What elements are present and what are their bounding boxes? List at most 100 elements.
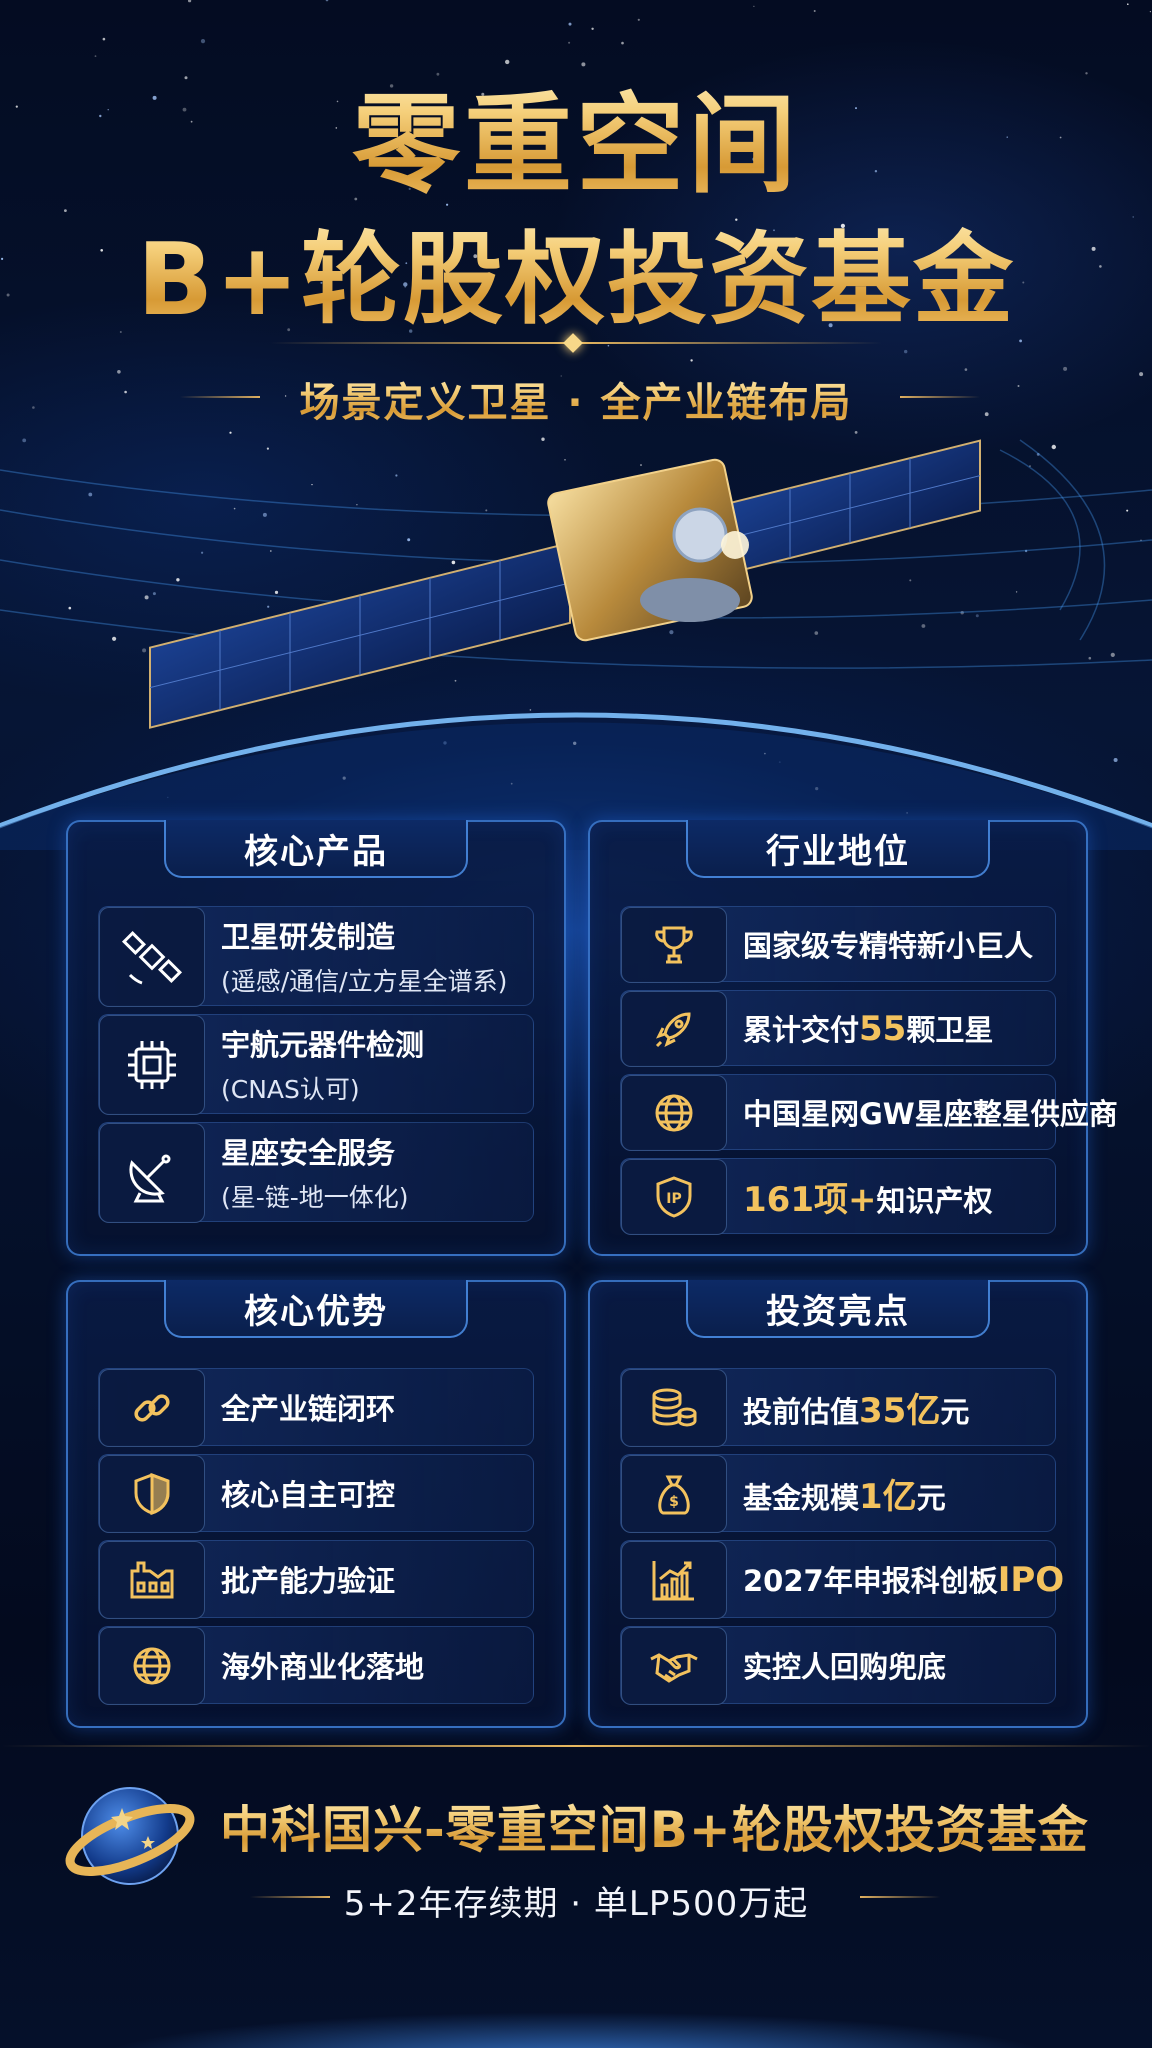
- advantage-text: 核心自主可控: [221, 1478, 396, 1512]
- panel-industry-position: 行业地位 国家级专精特新小巨人 累计交付55颗卫星 中国星网GW星座整星供应商 …: [588, 820, 1118, 1256]
- advantage-text: 批产能力验证: [221, 1564, 396, 1598]
- highlight-row: 投前估值35亿元: [620, 1368, 1056, 1447]
- star: [621, 41, 624, 45]
- ipo-label: IPO: [997, 1560, 1065, 1600]
- star: [904, 349, 908, 354]
- ip-count: 161项+: [743, 1179, 877, 1220]
- product-detail: (CNAS认可): [221, 1075, 360, 1104]
- position-row: IP 161项+知识产权: [620, 1158, 1056, 1235]
- position-row: 累计交付55颗卫星: [620, 990, 1056, 1067]
- delivered-count: 55: [859, 1009, 907, 1049]
- fund-size-suffix: 元: [916, 1480, 946, 1515]
- advantage-text: 海外商业化落地: [221, 1650, 425, 1684]
- product-row: 宇航元器件检测 (CNAS认可): [98, 1014, 534, 1115]
- valuation-value: 35亿: [859, 1390, 941, 1431]
- advantage-text: 全产业链闭环: [221, 1392, 396, 1426]
- star: [591, 27, 594, 30]
- highlight-text-fund-size: 基金规模1亿元: [743, 1469, 1045, 1518]
- product-name: 宇航元器件检测: [221, 1028, 425, 1062]
- highlight-text-ipo: 2027年申报科创板IPO: [743, 1558, 1064, 1600]
- star: [1149, 11, 1151, 13]
- star: [568, 41, 571, 44]
- delivered-suffix: 颗卫星: [906, 1013, 994, 1047]
- coins-icon: [621, 1369, 727, 1447]
- bottom-glow: [0, 1960, 1152, 2048]
- advantage-row: 核心自主可控: [98, 1454, 534, 1533]
- handshake-icon: [621, 1627, 727, 1705]
- ip-suffix: 知识产权: [876, 1183, 993, 1218]
- fund-size-value: 1亿: [859, 1476, 917, 1517]
- star: [690, 359, 693, 362]
- satellite-dish-icon: [99, 1123, 205, 1223]
- advantage-row: 全产业链闭环: [98, 1368, 534, 1447]
- star: [188, 0, 192, 3]
- position-text-ip: 161项+知识产权: [743, 1172, 1045, 1221]
- panel-core-products-title: 核心产品: [244, 831, 388, 872]
- rocket-icon: [621, 991, 727, 1067]
- money-bag-icon: $: [621, 1455, 727, 1533]
- valuation-prefix: 投前估值: [743, 1394, 860, 1429]
- star: [637, 18, 640, 21]
- panel-industry-position-header: 行业地位: [686, 820, 990, 878]
- star: [1127, 3, 1129, 5]
- star: [200, 39, 206, 44]
- highlight-row: 2027年申报科创板IPO: [620, 1540, 1064, 1619]
- factory-icon: [99, 1541, 205, 1619]
- advantage-row: 批产能力验证: [98, 1540, 534, 1619]
- ip-shield-icon: IP: [621, 1159, 727, 1235]
- footer-title: 中科国兴-零重空间B+轮股权投资基金: [220, 1790, 1120, 1862]
- product-row: 卫星研发制造 (遥感/通信/立方星全谱系): [98, 906, 534, 1007]
- position-row: 中国星网GW星座整星供应商: [620, 1074, 1118, 1151]
- trophy-icon: [621, 907, 727, 983]
- panel-core-products-header: 核心产品: [164, 820, 468, 878]
- title-line-1: 零重空间: [0, 58, 1152, 214]
- globe-icon: [621, 1075, 727, 1151]
- shield-icon: [99, 1455, 205, 1533]
- valuation-suffix: 元: [940, 1394, 970, 1429]
- star: [102, 37, 106, 41]
- product-row: 星座安全服务 (星-链-地一体化): [98, 1122, 534, 1223]
- fund-size-prefix: 基金规模: [743, 1480, 860, 1515]
- advantage-row: 海外商业化落地: [98, 1626, 534, 1705]
- star: [94, 55, 97, 57]
- footer-subtitle: 5+2年存续期 · 单LP500万起: [343, 1884, 809, 1924]
- panel-investment-highlights-header: 投资亮点: [686, 1280, 990, 1338]
- product-detail: (遥感/通信/立方星全谱系): [221, 967, 508, 996]
- panel-industry-position-title: 行业地位: [766, 831, 910, 872]
- title-line-2: B+轮股权投资基金: [0, 198, 1152, 343]
- star: [325, 0, 329, 2]
- footer-divider: [0, 1745, 1152, 1747]
- panel-core-advantages-header: 核心优势: [164, 1280, 468, 1338]
- position-text: 国家级专精特新小巨人: [743, 929, 1034, 963]
- highlight-text-valuation: 投前估值35亿元: [743, 1383, 1045, 1432]
- product-name: 星座安全服务: [221, 1136, 396, 1170]
- highlight-text: 实控人回购兜底: [743, 1650, 947, 1684]
- position-text-delivered: 累计交付55颗卫星: [743, 1007, 1045, 1049]
- growth-chart-icon: [621, 1541, 727, 1619]
- star: [813, 10, 816, 12]
- product-detail: (星-链-地一体化): [221, 1183, 409, 1212]
- star: [753, 5, 755, 7]
- globe-icon: [99, 1627, 205, 1705]
- product-name: 卫星研发制造: [221, 920, 396, 954]
- svg-text:$: $: [669, 1494, 679, 1510]
- ipo-prefix: 2027年申报科创板: [743, 1564, 998, 1598]
- panel-core-advantages-title: 核心优势: [244, 1291, 388, 1332]
- star: [568, 22, 572, 26]
- subtitle: 场景定义卫星 · 全产业链布局: [0, 370, 1152, 428]
- highlight-row: 实控人回购兜底: [620, 1626, 1056, 1705]
- panel-investment-highlights: 投资亮点 投前估值35亿元 $ 基金规模1亿元 2027年申报科创板IPO 实控…: [588, 1280, 1088, 1728]
- svg-text:IP: IP: [666, 1191, 681, 1207]
- satellite-icon: [99, 907, 205, 1007]
- highlight-row: $ 基金规模1亿元: [620, 1454, 1056, 1533]
- panel-core-advantages: 核心优势 全产业链闭环 核心自主可控 批产能力验证 海外商业化落地: [66, 1280, 566, 1728]
- position-text: 中国星网GW星座整星供应商: [743, 1097, 1118, 1131]
- delivered-prefix: 累计交付: [743, 1013, 860, 1047]
- solar-panel-right: [729, 439, 981, 575]
- panel-investment-highlights-title: 投资亮点: [766, 1291, 910, 1332]
- hero-image: [0, 439, 1152, 850]
- chain-link-icon: [99, 1369, 205, 1447]
- panel-core-products: 核心产品 卫星研发制造 (遥感/通信/立方星全谱系) 宇航元器件检测 (CNAS认可…: [66, 820, 566, 1256]
- chip-icon: [99, 1015, 205, 1115]
- poster: 零重空间 B+轮股权投资基金 场景定义卫星 · 全产业链布局 核心产品 卫星研发…: [0, 0, 1152, 2048]
